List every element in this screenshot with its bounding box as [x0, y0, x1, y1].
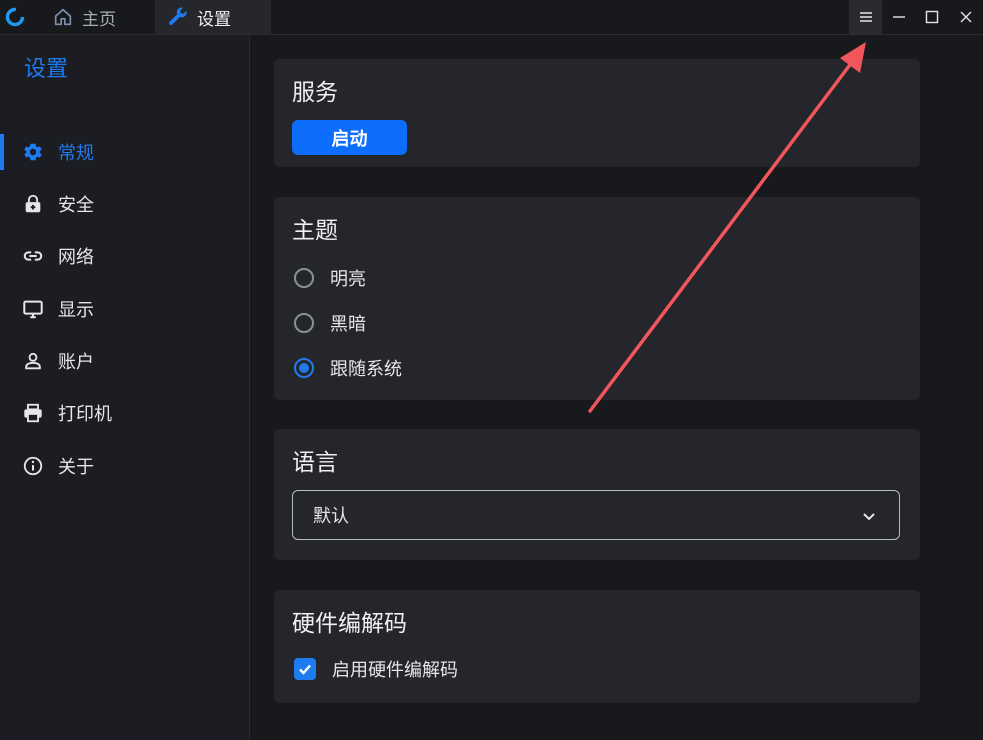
menu-icon [859, 12, 872, 22]
app-logo-icon [5, 7, 25, 27]
sidebar-item-network[interactable]: 网络 [0, 236, 249, 276]
sidebar-item-display[interactable]: 显示 [0, 289, 249, 329]
sidebar-title: 设置 [24, 57, 69, 82]
sidebar-item-printer[interactable]: 打印机 [0, 393, 249, 433]
wrench-icon [169, 7, 187, 25]
sidebar-item-label: 安全 [58, 195, 94, 216]
hardware-codec-card: 硬件编解码 启用硬件编解码 [274, 590, 920, 703]
theme-option-light[interactable]: 明亮 [294, 263, 366, 293]
sidebar-item-account[interactable]: 账户 [0, 341, 249, 381]
radio-system[interactable] [294, 358, 314, 378]
menu-button[interactable] [849, 0, 882, 34]
tab-home-label: 主页 [82, 9, 116, 30]
sidebar-item-label: 常规 [58, 143, 94, 164]
gear-icon [24, 143, 42, 161]
hardware-codec-label: 启用硬件编解码 [332, 660, 458, 681]
minimize-button[interactable] [882, 0, 915, 34]
hardware-codec-option[interactable]: 启用硬件编解码 [294, 656, 458, 682]
sidebar-item-label: 打印机 [58, 404, 112, 425]
user-icon [25, 352, 41, 370]
sidebar-item-label: 账户 [58, 352, 94, 373]
maximize-icon [925, 10, 938, 24]
tab-settings-label: 设置 [197, 9, 231, 30]
theme-option-label: 黑暗 [330, 314, 366, 335]
theme-option-system[interactable]: 跟随系统 [294, 353, 402, 383]
sidebar-item-about[interactable]: 关于 [0, 446, 249, 486]
lock-icon [25, 194, 41, 213]
hardware-codec-title: 硬件编解码 [292, 611, 407, 637]
start-service-button[interactable]: 启动 [292, 120, 407, 155]
sidebar: 设置 常规 安全 网络 显示 账户 打印机 关于 [0, 35, 250, 740]
sidebar-item-label: 关于 [58, 457, 94, 478]
link-icon [23, 251, 43, 261]
language-selected-value: 默认 [313, 506, 349, 527]
language-select[interactable]: 默认 [292, 490, 900, 540]
theme-card: 主题 明亮 黑暗 跟随系统 [274, 197, 920, 400]
hardware-codec-checkbox[interactable] [294, 658, 316, 680]
theme-title: 主题 [292, 218, 338, 244]
close-button[interactable] [949, 0, 982, 34]
sidebar-item-label: 显示 [58, 300, 94, 321]
settings-content: 服务 启动 主题 明亮 黑暗 跟随系统 语言 默认 硬件编解码 启用硬件编解码 [250, 35, 983, 740]
sidebar-item-security[interactable]: 安全 [0, 184, 249, 224]
maximize-button[interactable] [915, 0, 948, 34]
checkmark-icon [299, 664, 311, 675]
home-icon [54, 8, 72, 26]
sidebar-item-general[interactable]: 常规 [0, 132, 249, 172]
title-bar: 主页 设置 [0, 0, 983, 35]
printer-icon [24, 403, 42, 423]
radio-dark[interactable] [294, 313, 314, 333]
language-card: 语言 默认 [274, 429, 920, 560]
service-title: 服务 [292, 80, 338, 106]
language-title: 语言 [292, 450, 338, 476]
info-icon [23, 456, 43, 476]
minimize-icon [892, 16, 905, 18]
theme-option-dark[interactable]: 黑暗 [294, 308, 366, 338]
theme-option-label: 跟随系统 [330, 359, 402, 380]
monitor-icon [23, 300, 43, 319]
tab-home[interactable]: 主页 [44, 0, 154, 34]
sidebar-item-label: 网络 [58, 247, 94, 268]
radio-light[interactable] [294, 268, 314, 288]
service-card: 服务 启动 [274, 59, 920, 167]
close-icon [960, 11, 971, 23]
theme-option-label: 明亮 [330, 269, 366, 290]
tab-settings[interactable]: 设置 [155, 0, 271, 34]
chevron-down-icon [863, 513, 875, 521]
